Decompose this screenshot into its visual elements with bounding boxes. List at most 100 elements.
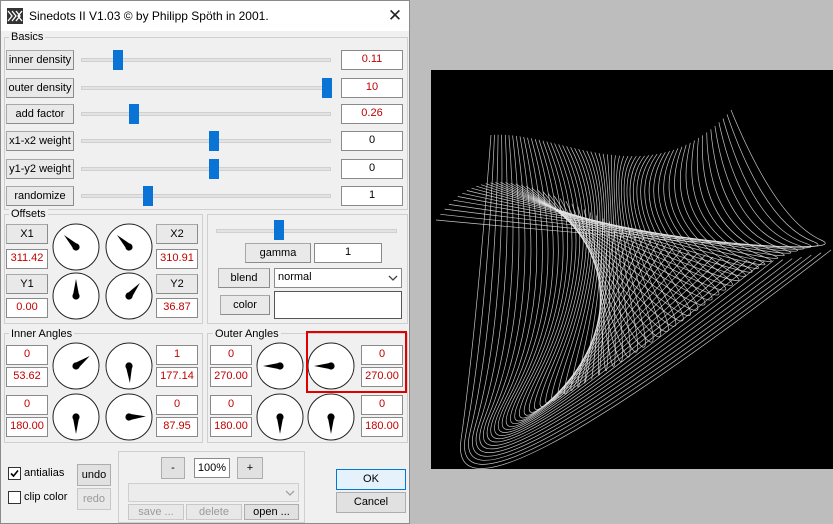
add-factor-button[interactable]: add factor	[6, 104, 74, 124]
angle-dial-ia1[interactable]	[52, 342, 100, 390]
inner-b-bottom-value[interactable]: 177.14	[156, 367, 198, 387]
offsets-legend: Offsets	[9, 208, 48, 220]
outer-d-bottom-value[interactable]: 180.00	[361, 417, 403, 437]
color-swatch[interactable]	[274, 291, 402, 319]
gamma-value[interactable]: 1	[314, 243, 382, 263]
curve-line	[486, 135, 765, 443]
curve-line	[534, 144, 674, 410]
outer-density-value[interactable]: 10	[341, 78, 403, 98]
add-factor-value[interactable]: 0.26	[341, 104, 403, 124]
chevron-down-icon	[285, 490, 295, 496]
zoom-out-button[interactable]: -	[161, 457, 185, 479]
y2-button[interactable]: Y2	[156, 274, 198, 294]
highlight-box	[306, 331, 407, 393]
inner-d-bottom-value[interactable]: 87.95	[156, 417, 198, 437]
render-canvas	[431, 70, 833, 469]
check-icon	[10, 469, 19, 478]
curve-line	[553, 156, 662, 338]
inner-c-top-value[interactable]: 0	[6, 395, 48, 415]
x1-value[interactable]: 311.42	[6, 249, 48, 269]
angle-dial-off2[interactable]	[105, 223, 153, 271]
y2-value[interactable]: 36.87	[156, 298, 198, 318]
x1-x2-weight-button[interactable]: x1-x2 weight	[6, 131, 74, 151]
x1-button[interactable]: X1	[6, 224, 48, 244]
preset-select[interactable]	[128, 483, 299, 502]
cancel-button[interactable]: Cancel	[336, 492, 406, 513]
inner-density-value[interactable]: 0.11	[341, 50, 403, 70]
undo-button[interactable]: undo	[77, 464, 111, 486]
angle-dial-off1[interactable]	[52, 223, 100, 271]
outer-a-top-value[interactable]: 0	[210, 345, 252, 365]
gamma-slider-track[interactable]	[216, 229, 397, 233]
blend-select-value: normal	[278, 271, 312, 283]
y1-y2-weight-button[interactable]: y1-y2 weight	[6, 159, 74, 179]
x1-x2-weight-slider-thumb[interactable]	[208, 131, 219, 151]
randomize-slider-thumb[interactable]	[142, 186, 153, 206]
angle-dial-off3[interactable]	[52, 272, 100, 320]
angle-dial-oa4[interactable]	[307, 393, 355, 441]
antialias-checkbox[interactable]	[8, 467, 21, 480]
open-button[interactable]: open ...	[244, 504, 299, 520]
save-button[interactable]: save ...	[128, 504, 184, 520]
add-factor-slider-track[interactable]	[81, 112, 331, 116]
curve-line	[519, 141, 698, 419]
zoom-in-button[interactable]: +	[237, 457, 263, 479]
curve-line	[490, 146, 747, 277]
gamma-button[interactable]: gamma	[245, 243, 311, 263]
inner-a-top-value[interactable]: 0	[6, 345, 48, 365]
outer-c-top-value[interactable]: 0	[210, 395, 252, 415]
chevron-down-icon	[388, 275, 398, 281]
x2-value[interactable]: 310.91	[156, 249, 198, 269]
clip-color-label: clip color	[24, 491, 68, 503]
outer-d-top-value[interactable]: 0	[361, 395, 403, 415]
y1-button[interactable]: Y1	[6, 274, 48, 294]
outer-density-slider-track[interactable]	[81, 86, 331, 90]
angle-dial-ia2[interactable]	[105, 342, 153, 390]
randomize-button[interactable]: randomize	[6, 186, 74, 206]
zoom-value[interactable]: 100%	[194, 458, 230, 478]
x1-x2-weight-value[interactable]: 0	[341, 131, 403, 151]
angle-dial-off4[interactable]	[105, 272, 153, 320]
x1-x2-weight-slider-track[interactable]	[81, 139, 331, 143]
gamma-slider-thumb[interactable]	[274, 220, 285, 240]
inner-b-top-value[interactable]: 1	[156, 345, 198, 365]
outer-density-button[interactable]: outer density	[6, 78, 74, 98]
outer-c-bottom-value[interactable]: 180.00	[210, 417, 252, 437]
close-icon[interactable]: ✕	[383, 4, 407, 28]
randomize-value[interactable]: 1	[341, 186, 403, 206]
redo-button[interactable]: redo	[77, 488, 111, 510]
app-logo-icon	[7, 8, 23, 24]
ok-button[interactable]: OK	[336, 469, 406, 490]
blend-select[interactable]: normal	[274, 268, 402, 288]
inner-angles-legend: Inner Angles	[9, 328, 75, 340]
y1-y2-weight-value[interactable]: 0	[341, 159, 403, 179]
antialias-label: antialias	[24, 467, 65, 479]
inner-a-bottom-value[interactable]: 53.62	[6, 367, 48, 387]
clip-color-checkbox[interactable]	[8, 491, 21, 504]
inner-d-top-value[interactable]: 0	[156, 395, 198, 415]
title-bar: Sinedots II V1.03 © by Philipp Spöth in …	[1, 1, 409, 31]
inner-density-slider-thumb[interactable]	[113, 50, 124, 70]
blend-button[interactable]: blend	[218, 268, 270, 288]
basics-legend: Basics	[9, 31, 46, 43]
curve-line	[551, 147, 652, 401]
sinedots-artwork	[435, 109, 832, 469]
inner-c-bottom-value[interactable]: 180.00	[6, 417, 48, 437]
angle-dial-oa1[interactable]	[256, 342, 304, 390]
randomize-slider-track[interactable]	[81, 194, 331, 198]
inner-density-button[interactable]: inner density	[6, 50, 74, 70]
add-factor-slider-thumb[interactable]	[129, 104, 140, 124]
outer-angles-legend: Outer Angles	[213, 328, 281, 340]
outer-density-slider-thumb[interactable]	[322, 78, 332, 98]
delete-button[interactable]: delete	[186, 504, 242, 520]
angle-dial-ia3[interactable]	[52, 393, 100, 441]
y1-y2-weight-slider-thumb[interactable]	[208, 159, 219, 179]
y1-y2-weight-slider-track[interactable]	[81, 167, 331, 171]
outer-a-bottom-value[interactable]: 270.00	[210, 367, 252, 387]
x2-button[interactable]: X2	[156, 224, 198, 244]
y1-value[interactable]: 0.00	[6, 298, 48, 318]
window-title: Sinedots II V1.03 © by Philipp Spöth in …	[29, 9, 269, 23]
angle-dial-ia4[interactable]	[105, 393, 153, 441]
angle-dial-oa3[interactable]	[256, 393, 304, 441]
color-button[interactable]: color	[220, 295, 270, 315]
